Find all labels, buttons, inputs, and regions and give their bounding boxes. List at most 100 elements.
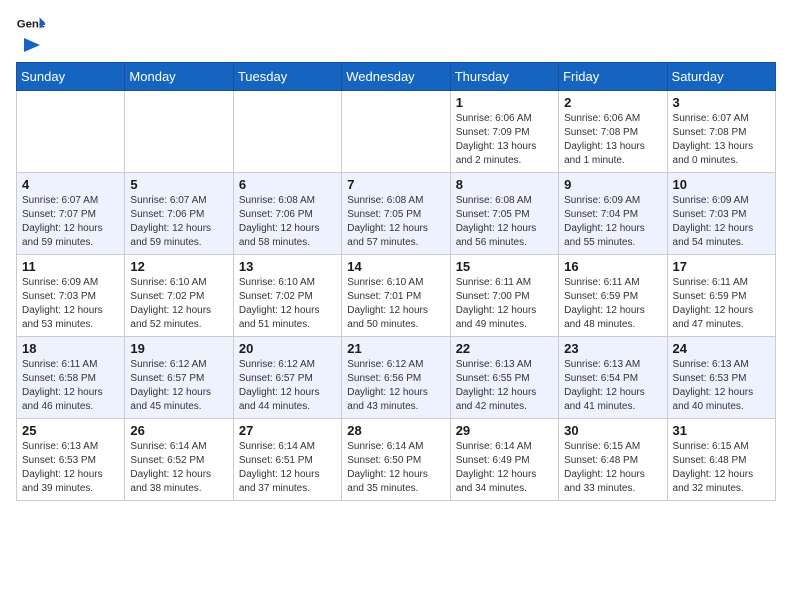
day-number: 31 — [673, 423, 770, 438]
day-info: Sunrise: 6:09 AM Sunset: 7:03 PM Dayligh… — [673, 194, 770, 250]
calendar-cell: 15Sunrise: 6:11 AM Sunset: 7:00 PM Dayli… — [450, 255, 558, 337]
day-number: 20 — [239, 341, 336, 356]
calendar-cell: 7 Sunrise: 6:08 AM Sunset: 7:05 PM Daylig… — [342, 173, 450, 255]
calendar-cell: 31 Sunrise: 6:15 AM Sunset: 6:48 PM Dayli… — [667, 419, 775, 501]
day-number: 19 — [130, 341, 227, 356]
calendar-cell: 8 Sunrise: 6:08 AM Sunset: 7:05 PM Daylig… — [450, 173, 558, 255]
day-info: Sunrise: 6:12 AM Sunset: 6:56 PM Dayligh… — [347, 358, 444, 414]
calendar-cell: 4 Sunrise: 6:07 AM Sunset: 7:07 PM Daylig… — [17, 173, 125, 255]
day-info: Sunrise: 6:13 AM Sunset: 6:53 PM Dayligh… — [22, 440, 119, 496]
calendar-header-row: SundayMondayTuesdayWednesdayThursdayFrid… — [17, 63, 776, 91]
calendar-cell: 14 Sunrise: 6:10 AM Sunset: 7:01 PM Dayli… — [342, 255, 450, 337]
day-info: Sunrise: 6:12 AM Sunset: 6:57 PM Dayligh… — [130, 358, 227, 414]
col-header-tuesday: Tuesday — [233, 63, 341, 91]
logo: General — [16, 16, 46, 54]
day-number: 27 — [239, 423, 336, 438]
day-number: 5 — [130, 177, 227, 192]
day-info: Sunrise: 6:07 AM Sunset: 7:08 PM Dayligh… — [673, 112, 770, 168]
day-info: Sunrise: 6:07 AM Sunset: 7:07 PM Dayligh… — [22, 194, 119, 250]
day-info: Sunrise: 6:14 AM Sunset: 6:50 PM Dayligh… — [347, 440, 444, 496]
calendar-week-5: 25 Sunrise: 6:13 AM Sunset: 6:53 PM Dayli… — [17, 419, 776, 501]
page-header: General — [16, 16, 776, 54]
day-info: Sunrise: 6:06 AM Sunset: 7:08 PM Dayligh… — [564, 112, 661, 168]
day-number: 25 — [22, 423, 119, 438]
calendar-cell: 11Sunrise: 6:09 AM Sunset: 7:03 PM Dayli… — [17, 255, 125, 337]
calendar-cell: 23 Sunrise: 6:13 AM Sunset: 6:54 PM Dayli… — [559, 337, 667, 419]
day-info: Sunrise: 6:15 AM Sunset: 6:48 PM Dayligh… — [673, 440, 770, 496]
calendar-cell — [125, 91, 233, 173]
calendar-cell: 30 Sunrise: 6:15 AM Sunset: 6:48 PM Dayli… — [559, 419, 667, 501]
day-number: 24 — [673, 341, 770, 356]
col-header-sunday: Sunday — [17, 63, 125, 91]
calendar-cell: 6 Sunrise: 6:08 AM Sunset: 7:06 PM Daylig… — [233, 173, 341, 255]
calendar-cell: 19 Sunrise: 6:12 AM Sunset: 6:57 PM Dayli… — [125, 337, 233, 419]
day-number: 8 — [456, 177, 553, 192]
day-info: Sunrise: 6:11 AM Sunset: 6:58 PM Dayligh… — [22, 358, 119, 414]
day-number: 1 — [456, 95, 553, 110]
calendar-cell: 22Sunrise: 6:13 AM Sunset: 6:55 PM Dayli… — [450, 337, 558, 419]
calendar-cell — [233, 91, 341, 173]
day-number: 21 — [347, 341, 444, 356]
day-info: Sunrise: 6:14 AM Sunset: 6:49 PM Dayligh… — [456, 440, 553, 496]
calendar-cell: 5 Sunrise: 6:07 AM Sunset: 7:06 PM Daylig… — [125, 173, 233, 255]
day-number: 12 — [130, 259, 227, 274]
calendar-cell: 29 Sunrise: 6:14 AM Sunset: 6:49 PM Dayli… — [450, 419, 558, 501]
col-header-saturday: Saturday — [667, 63, 775, 91]
day-number: 30 — [564, 423, 661, 438]
day-number: 26 — [130, 423, 227, 438]
day-info: Sunrise: 6:08 AM Sunset: 7:05 PM Dayligh… — [456, 194, 553, 250]
day-info: Sunrise: 6:15 AM Sunset: 6:48 PM Dayligh… — [564, 440, 661, 496]
calendar-cell: 20 Sunrise: 6:12 AM Sunset: 6:57 PM Dayli… — [233, 337, 341, 419]
day-info: Sunrise: 6:10 AM Sunset: 7:02 PM Dayligh… — [130, 276, 227, 332]
day-number: 6 — [239, 177, 336, 192]
col-header-thursday: Thursday — [450, 63, 558, 91]
day-number: 2 — [564, 95, 661, 110]
calendar-cell: 10 Sunrise: 6:09 AM Sunset: 7:03 PM Dayli… — [667, 173, 775, 255]
calendar-cell: 16Sunrise: 6:11 AM Sunset: 6:59 PM Dayli… — [559, 255, 667, 337]
calendar-cell: 17 Sunrise: 6:11 AM Sunset: 6:59 PM Dayli… — [667, 255, 775, 337]
day-number: 13 — [239, 259, 336, 274]
calendar-table: SundayMondayTuesdayWednesdayThursdayFrid… — [16, 62, 776, 501]
day-number: 29 — [456, 423, 553, 438]
calendar-cell — [342, 91, 450, 173]
day-info: Sunrise: 6:11 AM Sunset: 6:59 PM Dayligh… — [673, 276, 770, 332]
calendar-cell: 1Sunrise: 6:06 AM Sunset: 7:09 PM Daylig… — [450, 91, 558, 173]
day-info: Sunrise: 6:13 AM Sunset: 6:53 PM Dayligh… — [673, 358, 770, 414]
day-number: 28 — [347, 423, 444, 438]
day-number: 14 — [347, 259, 444, 274]
day-number: 7 — [347, 177, 444, 192]
day-number: 9 — [564, 177, 661, 192]
day-info: Sunrise: 6:11 AM Sunset: 7:00 PM Dayligh… — [456, 276, 553, 332]
calendar-cell: 9 Sunrise: 6:09 AM Sunset: 7:04 PM Daylig… — [559, 173, 667, 255]
day-info: Sunrise: 6:10 AM Sunset: 7:01 PM Dayligh… — [347, 276, 444, 332]
calendar-cell: 13Sunrise: 6:10 AM Sunset: 7:02 PM Dayli… — [233, 255, 341, 337]
calendar-week-1: 1Sunrise: 6:06 AM Sunset: 7:09 PM Daylig… — [17, 91, 776, 173]
day-number: 4 — [22, 177, 119, 192]
calendar-cell: 28 Sunrise: 6:14 AM Sunset: 6:50 PM Dayli… — [342, 419, 450, 501]
calendar-cell: 24 Sunrise: 6:13 AM Sunset: 6:53 PM Dayli… — [667, 337, 775, 419]
day-info: Sunrise: 6:08 AM Sunset: 7:05 PM Dayligh… — [347, 194, 444, 250]
day-info: Sunrise: 6:09 AM Sunset: 7:04 PM Dayligh… — [564, 194, 661, 250]
day-info: Sunrise: 6:07 AM Sunset: 7:06 PM Dayligh… — [130, 194, 227, 250]
day-number: 22 — [456, 341, 553, 356]
col-header-friday: Friday — [559, 63, 667, 91]
calendar-cell: 21 Sunrise: 6:12 AM Sunset: 6:56 PM Dayli… — [342, 337, 450, 419]
day-number: 16 — [564, 259, 661, 274]
day-info: Sunrise: 6:14 AM Sunset: 6:51 PM Dayligh… — [239, 440, 336, 496]
logo-icon: General — [16, 16, 46, 36]
day-info: Sunrise: 6:14 AM Sunset: 6:52 PM Dayligh… — [130, 440, 227, 496]
calendar-cell: 2 Sunrise: 6:06 AM Sunset: 7:08 PM Daylig… — [559, 91, 667, 173]
day-number: 3 — [673, 95, 770, 110]
day-number: 17 — [673, 259, 770, 274]
logo-arrow-icon — [20, 36, 42, 54]
day-info: Sunrise: 6:08 AM Sunset: 7:06 PM Dayligh… — [239, 194, 336, 250]
day-number: 23 — [564, 341, 661, 356]
calendar-cell: 3 Sunrise: 6:07 AM Sunset: 7:08 PM Daylig… — [667, 91, 775, 173]
day-info: Sunrise: 6:13 AM Sunset: 6:54 PM Dayligh… — [564, 358, 661, 414]
calendar-week-2: 4 Sunrise: 6:07 AM Sunset: 7:07 PM Daylig… — [17, 173, 776, 255]
day-info: Sunrise: 6:12 AM Sunset: 6:57 PM Dayligh… — [239, 358, 336, 414]
day-number: 10 — [673, 177, 770, 192]
col-header-wednesday: Wednesday — [342, 63, 450, 91]
calendar-cell: 18 Sunrise: 6:11 AM Sunset: 6:58 PM Dayli… — [17, 337, 125, 419]
day-number: 18 — [22, 341, 119, 356]
